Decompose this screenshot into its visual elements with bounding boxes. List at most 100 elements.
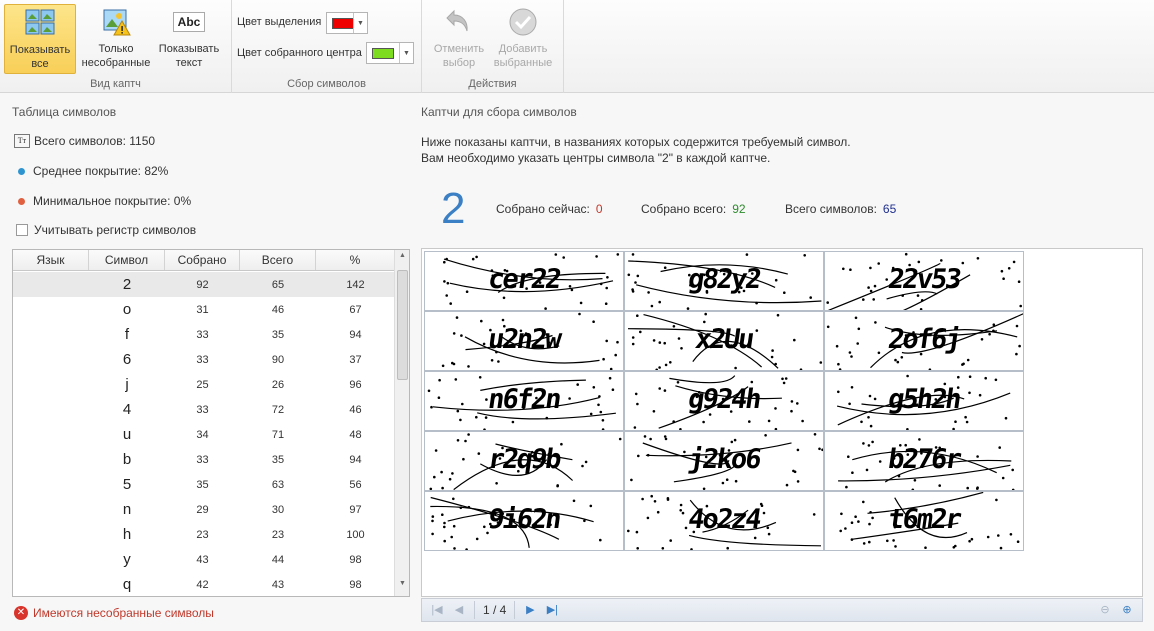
symbol-cell: 6 (122, 351, 132, 368)
table-row[interactable]: b 33 35 94 (13, 447, 395, 472)
captcha-image[interactable]: 4o2z4 (624, 491, 824, 551)
captcha-grid: cer22 g82y2 22v53 u2n2w x2Uu 2of6j n6f2n g924h g… (424, 251, 1024, 551)
captcha-text: u2n2w (486, 324, 562, 355)
total-cell: 65 (271, 278, 285, 291)
undo-label-2: выбор (442, 57, 476, 69)
captcha-image[interactable]: j2ko6 (624, 431, 824, 491)
col-header-collected[interactable]: Собрано (165, 250, 240, 270)
next-page-icon[interactable]: ▶ (519, 600, 541, 620)
scroll-thumb[interactable] (397, 270, 408, 380)
percent-cell: 56 (349, 478, 362, 491)
captcha-text: cer22 (486, 264, 562, 295)
table-row[interactable]: 2 92 65 142 (13, 272, 395, 297)
undo-selection-button[interactable]: Отменить выбор (428, 4, 490, 74)
table-row[interactable]: 4 33 72 46 (13, 397, 395, 422)
captcha-text: g5h2h (886, 384, 962, 415)
show-all-button[interactable]: Показывать все (4, 4, 76, 74)
prev-page-icon[interactable]: ◀ (448, 600, 470, 620)
instructions-line-2: Вам необходимо указать центры символа "2… (421, 151, 771, 165)
current-symbol: 2 (441, 184, 466, 233)
center-color-picker[interactable]: ▼ (366, 42, 414, 64)
table-row[interactable]: q 42 43 98 (13, 572, 395, 596)
table-row[interactable]: j 25 26 96 (13, 372, 395, 397)
captcha-text: 22v53 (886, 264, 962, 295)
abc-icon-text: Abc (172, 12, 206, 32)
col-header-symbol[interactable]: Символ (89, 250, 165, 270)
collected-cell: 31 (196, 303, 209, 316)
group-caption-symbol-collection: Сбор символов (287, 78, 366, 90)
col-header-percent[interactable]: % (316, 250, 395, 270)
captcha-text: b276r (886, 444, 962, 475)
captcha-section-title: Каптчи для сбора символов (421, 105, 577, 119)
percent-cell: 100 (346, 528, 365, 541)
zoom-in-icon[interactable]: ⊕ (1116, 600, 1138, 620)
symbol-cell: 4 (122, 401, 132, 418)
only-uncollected-button[interactable]: Только несобранные (80, 4, 152, 74)
add-selected-button[interactable]: Добавить выбранные (492, 4, 554, 74)
table-row[interactable]: o 31 46 67 (13, 297, 395, 322)
table-row[interactable]: 6 33 90 37 (13, 347, 395, 372)
table-row[interactable]: n 29 30 97 (13, 497, 395, 522)
captcha-text: j2ko6 (686, 444, 762, 475)
case-sensitive-checkbox[interactable] (16, 224, 28, 236)
ribbon-toolbar: Показывать все Только несобранные Abc По… (0, 0, 1154, 93)
selection-color-picker[interactable]: ▼ (326, 12, 368, 34)
table-row[interactable]: 5 35 63 56 (13, 472, 395, 497)
captcha-image[interactable]: x2Uu (624, 311, 824, 371)
captcha-image[interactable]: 9i62n (424, 491, 624, 551)
table-row[interactable]: f 33 35 94 (13, 322, 395, 347)
table-row[interactable]: h 23 23 100 (13, 522, 395, 547)
percent-cell: 67 (349, 303, 362, 316)
symbol-cell: n (122, 501, 132, 518)
percent-cell: 48 (349, 428, 362, 441)
selection-color-label: Цвет выделения (237, 16, 322, 28)
captcha-image[interactable]: r2q9b (424, 431, 624, 491)
collected-cell: 34 (196, 428, 209, 441)
collected-cell: 33 (196, 453, 209, 466)
total-symbols-text: Всего символов: 1150 (34, 134, 156, 148)
captcha-image[interactable]: g924h (624, 371, 824, 431)
captcha-image[interactable]: g5h2h (824, 371, 1024, 431)
captcha-image[interactable]: 22v53 (824, 251, 1024, 311)
col-header-language[interactable]: Язык (13, 250, 89, 270)
zoom-out-icon[interactable]: ⊖ (1094, 600, 1116, 620)
case-sensitive-option[interactable]: Учитывать регистр символов (14, 223, 196, 237)
captcha-image[interactable]: t6m2r (824, 491, 1024, 551)
captcha-image[interactable]: g82y2 (624, 251, 824, 311)
captcha-image[interactable]: n6f2n (424, 371, 624, 431)
scroll-down-icon[interactable]: ▼ (395, 580, 409, 594)
captcha-text: r2q9b (486, 444, 562, 475)
avg-coverage-stat: Среднее покрытие: 82% (14, 164, 168, 178)
table-row[interactable]: y 43 44 98 (13, 547, 395, 572)
total-cell: 71 (271, 428, 285, 441)
collected-now-stat: Собрано сейчас: 0 (496, 202, 603, 216)
symbol-cell: 5 (122, 476, 132, 493)
last-page-icon[interactable]: ▶| (541, 600, 563, 620)
table-row[interactable]: u 34 71 48 (13, 422, 395, 447)
instructions: Ниже показаны каптчи, в названиях которы… (421, 134, 851, 166)
table-scrollbar[interactable]: ▲ ▼ (394, 250, 409, 596)
collected-cell: 33 (196, 353, 209, 366)
show-text-button[interactable]: Abc Показывать текст (154, 4, 224, 74)
first-page-icon[interactable]: |◀ (426, 600, 448, 620)
collected-cell: 33 (196, 403, 209, 416)
symbol-cell: b (122, 451, 132, 468)
col-header-total[interactable]: Всего (240, 250, 316, 270)
captcha-image[interactable]: b276r (824, 431, 1024, 491)
blue-dot-icon (18, 167, 25, 175)
captcha-image[interactable]: 2of6j (824, 311, 1024, 371)
scroll-up-icon[interactable]: ▲ (395, 252, 409, 266)
captcha-image[interactable]: u2n2w (424, 311, 624, 371)
captcha-text: g82y2 (686, 264, 762, 295)
min-coverage-text: Минимальное покрытие: 0% (33, 194, 192, 208)
image-warning-icon (98, 6, 134, 38)
total-cell: 46 (271, 303, 285, 316)
total-cell: 44 (271, 553, 285, 566)
collected-cell: 43 (196, 553, 209, 566)
percent-cell: 94 (349, 328, 362, 341)
instructions-line-1: Ниже показаны каптчи, в названиях которы… (421, 135, 851, 149)
total-cell: 90 (271, 353, 285, 366)
captcha-image[interactable]: cer22 (424, 251, 624, 311)
collected-cell: 42 (196, 578, 209, 591)
total-cell: 30 (271, 503, 285, 516)
